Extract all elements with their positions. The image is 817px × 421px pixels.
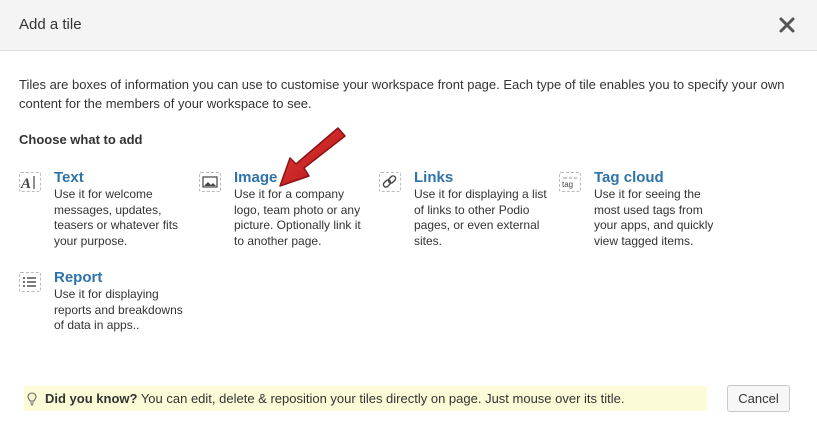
dialog-header: Add a tile — [0, 0, 817, 51]
report-icon — [19, 272, 41, 292]
tile-option-report[interactable]: Report Use it for displaying reports and… — [19, 269, 189, 333]
tag-cloud-icon: tag — [559, 172, 581, 192]
red-arrow-icon — [279, 127, 346, 187]
tile-name: Image — [234, 169, 278, 186]
tile-description: Use it for a company logo, team photo or… — [234, 187, 361, 248]
tile-name: Text — [54, 169, 84, 186]
tile-option-links[interactable]: Links Use it for displaying a list of li… — [379, 169, 549, 249]
tile-option-text[interactable]: A Text Use it for welcome messages, upda… — [19, 169, 189, 249]
tile-option-tag-cloud[interactable]: tag Tag cloud Use it for seeing the most… — [559, 169, 729, 249]
section-title: Choose what to add — [19, 132, 143, 147]
svg-text:A: A — [20, 176, 31, 191]
svg-text:tag: tag — [562, 180, 573, 189]
dialog-title: Add a tile — [19, 16, 82, 33]
tile-description: Use it for welcome messages, updates, te… — [54, 187, 179, 248]
tile-description: Use it for displaying reports and breakd… — [54, 287, 183, 332]
tile-name: Report — [54, 269, 103, 286]
tile-name: Links — [414, 169, 454, 186]
image-icon — [199, 172, 221, 192]
tip-lead: Did you know? — [45, 391, 138, 406]
lightbulb-icon — [27, 392, 37, 406]
tile-description: Use it for seeing the most used tags fro… — [594, 187, 714, 248]
text-icon: A — [19, 172, 41, 192]
close-icon — [779, 17, 795, 33]
tile-description: Use it for displaying a list of links to… — [414, 187, 547, 248]
intro-text: Tiles are boxes of information you can u… — [19, 77, 785, 111]
link-icon — [379, 172, 401, 192]
tip-bar: Did you know? You can edit, delete & rep… — [24, 386, 707, 411]
tile-name: Tag cloud — [594, 169, 664, 186]
close-button[interactable] — [776, 14, 798, 36]
cancel-button[interactable]: Cancel — [727, 385, 790, 412]
tip-text: You can edit, delete & reposition your t… — [137, 391, 625, 406]
